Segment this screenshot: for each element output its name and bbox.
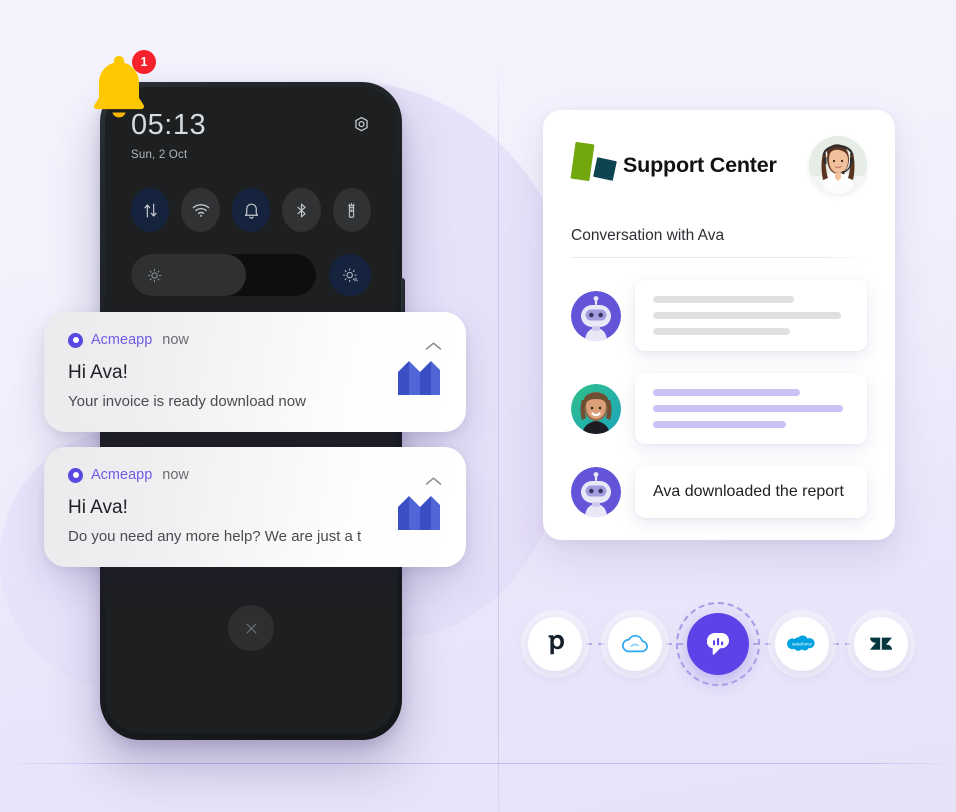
zendesk-icon [870, 637, 892, 650]
integration-node-salesforce[interactable]: salesforce [774, 617, 829, 671]
conversation-label: Conversation with Ava [571, 227, 725, 244]
skeleton-line [653, 389, 800, 396]
horizontal-divider [0, 763, 956, 764]
chevron-up-icon[interactable] [425, 339, 442, 357]
integration-node-zendesk[interactable] [854, 617, 908, 671]
support-center-card: Support Center Conversation with Ava Ava… [543, 110, 895, 540]
gear-icon[interactable] [352, 115, 371, 139]
quick-toggle-row [131, 188, 372, 232]
acmeapp-icon [68, 332, 83, 348]
cloud-icon [621, 634, 648, 653]
clear-all-notifications-button[interactable] [228, 605, 274, 651]
brightness-row: A [131, 254, 371, 296]
integration-link [832, 643, 850, 645]
flashlight-toggle[interactable] [332, 188, 372, 232]
chat-message-row [571, 280, 867, 351]
user-avatar [571, 383, 621, 434]
notification-timestamp: now [162, 332, 189, 348]
skeleton-line [653, 296, 795, 303]
support-center-logo [570, 141, 617, 187]
chat-message-row [571, 373, 867, 444]
notification-header: Acmeapp now [68, 467, 442, 483]
bell-badge-count: 1 [132, 50, 156, 74]
chat-message-row: Ava downloaded the report [571, 466, 867, 518]
logo-teal-square [593, 157, 617, 181]
pipedrive-icon [548, 634, 564, 655]
notification-app-name: Acmeapp [91, 332, 153, 348]
integration-node-cloud[interactable] [607, 617, 662, 671]
svg-text:salesforce: salesforce [791, 641, 812, 646]
page-root: 05:13 Sun, 2 Oct A 1 Acmeapp now Hi Ava!… [0, 0, 956, 812]
notification-body: Do you need any more help? We are just a… [68, 528, 362, 545]
notification-header: Acmeapp now [68, 332, 442, 348]
notification-title: Hi Ava! [68, 497, 128, 518]
salesforce-icon: salesforce [786, 635, 815, 651]
notifications-toggle[interactable] [231, 188, 271, 232]
notification-title: Hi Ava! [68, 362, 128, 383]
chat-bubble-text: Ava downloaded the report [635, 466, 867, 518]
brightness-slider-fill [131, 254, 246, 296]
notification-bell[interactable]: 1 [84, 50, 156, 132]
chat-bubble-skeleton [635, 373, 867, 444]
skeleton-line [653, 328, 791, 335]
integration-node-chat-hub[interactable] [676, 602, 760, 686]
notification-app-name: Acmeapp [91, 467, 153, 483]
notification-timestamp: now [162, 467, 189, 483]
clock-time: 05:13 [131, 109, 207, 141]
skeleton-line [653, 421, 787, 428]
page-title: Support Center [623, 152, 777, 177]
wifi-toggle[interactable] [181, 188, 220, 232]
integration-node-pipedrive[interactable] [528, 617, 582, 671]
chevron-up-icon[interactable] [425, 474, 442, 492]
notification-body: Your invoice is ready download now [68, 393, 306, 410]
brightness-slider[interactable] [131, 254, 316, 296]
m-logo [396, 494, 442, 537]
m-logo [396, 359, 442, 402]
auto-brightness-button[interactable]: A [329, 254, 371, 296]
card-header: Support Center [570, 136, 867, 194]
chat-message-text: Ava downloaded the report [653, 483, 844, 500]
skeleton-line [653, 312, 842, 319]
highlight-ring [676, 602, 760, 686]
notification-card[interactable]: Acmeapp now Hi Ava! Your invoice is read… [44, 312, 466, 432]
vertical-divider [498, 58, 499, 812]
robot-avatar [571, 290, 621, 341]
bluetooth-toggle[interactable] [282, 188, 321, 232]
robot-avatar [571, 467, 621, 517]
integration-link [586, 643, 604, 645]
clock-date: Sun, 2 Oct [131, 149, 188, 161]
skeleton-line [653, 405, 844, 412]
svg-text:A: A [353, 277, 357, 283]
notification-card[interactable]: Acmeapp now Hi Ava! Do you need any more… [44, 447, 466, 567]
chat-bubble-skeleton [635, 280, 867, 351]
conversation-divider [571, 257, 867, 258]
logo-green-bar [570, 141, 595, 182]
acmeapp-icon [68, 467, 83, 483]
mobile-data-toggle[interactable] [131, 188, 170, 232]
integration-chain: salesforce [528, 602, 908, 686]
support-agent-avatar[interactable] [809, 136, 867, 194]
